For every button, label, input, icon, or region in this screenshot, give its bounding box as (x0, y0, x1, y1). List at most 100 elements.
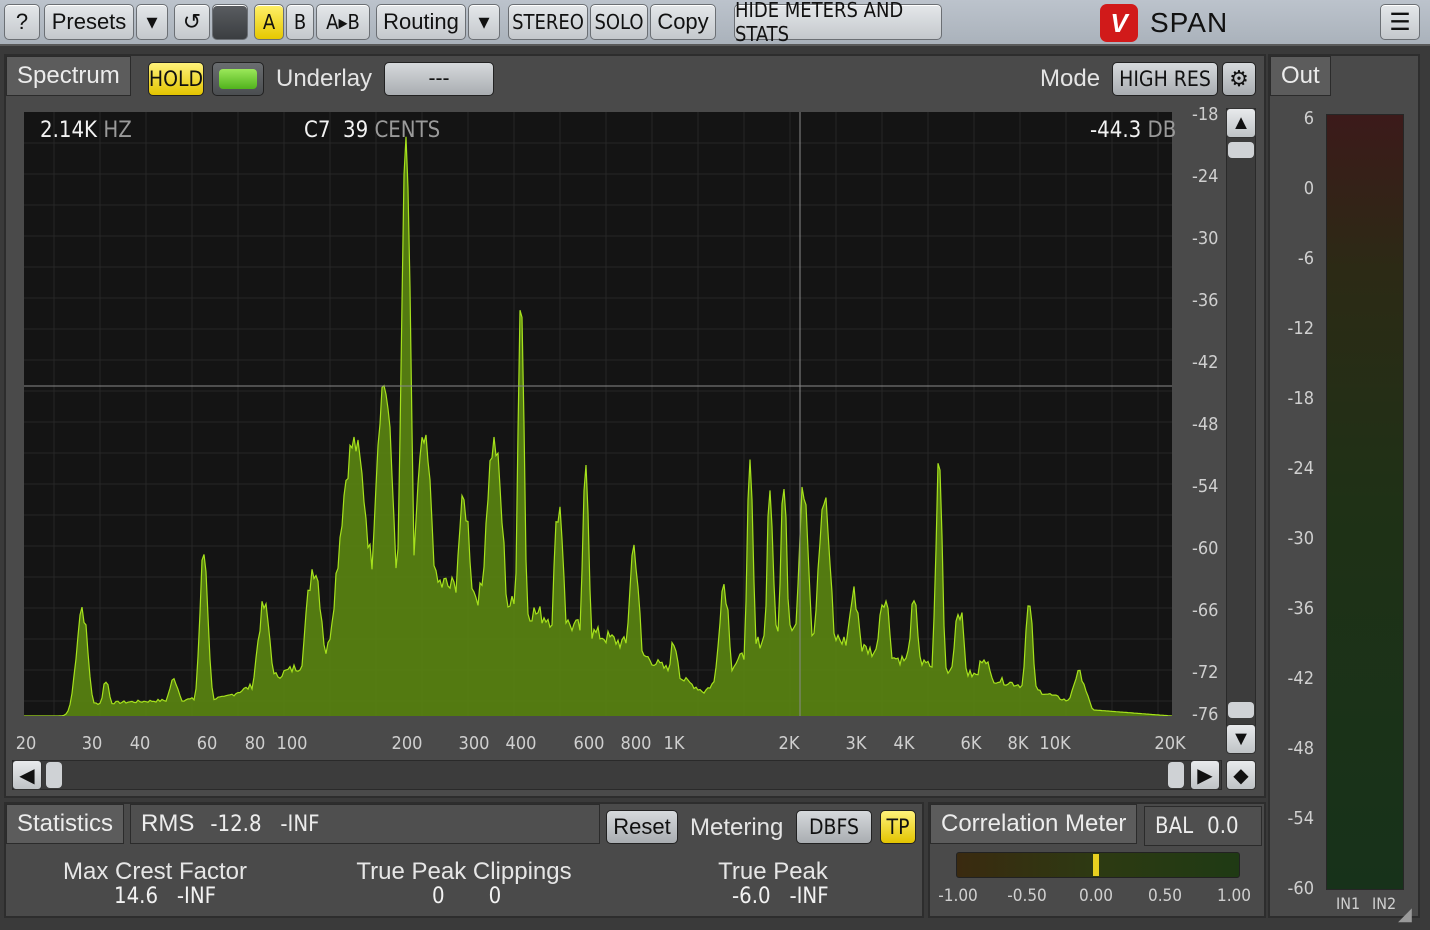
underlay-select[interactable]: --- (384, 62, 494, 96)
scroll-down-button[interactable]: ▼ (1226, 724, 1256, 754)
correlation-tick-label: 1.00 (1216, 886, 1252, 906)
copy-button[interactable]: Copy (650, 4, 716, 40)
frequency-tick-label: 20 (15, 733, 37, 754)
output-level-meter (1326, 114, 1404, 890)
channel-1-label: IN1 (1336, 894, 1361, 913)
correlation-tab[interactable]: Correlation Meter (930, 804, 1138, 844)
routing-button[interactable]: Routing (376, 4, 466, 40)
hold-button[interactable]: HOLD (148, 62, 204, 96)
correlation-tick-label: -0.50 (1007, 886, 1047, 906)
output-tick-label: -30 (1287, 528, 1314, 549)
db-tick-label: -60 (1192, 538, 1219, 559)
mode-label: Mode (1040, 65, 1101, 92)
frequency-tick-label: 8K (1007, 733, 1029, 754)
output-tab[interactable]: Out (1270, 56, 1331, 96)
horizontal-scroll-handle-left[interactable] (46, 762, 62, 788)
hide-meters-button[interactable]: HIDE METERS AND STATS (734, 0, 942, 46)
presets-button[interactable]: Presets (44, 4, 134, 40)
output-tick-label: -48 (1287, 738, 1314, 759)
frequency-tick-label: 400 (505, 733, 537, 754)
stereo-button[interactable]: STEREO (508, 4, 588, 40)
horizontal-scroll-handle-right[interactable] (1168, 762, 1184, 788)
hold-led-toggle[interactable] (212, 62, 264, 96)
frequency-tick-label: 2K (778, 733, 800, 754)
copy-a-to-b-button[interactable]: A▸B (316, 4, 370, 40)
triangle-down-icon: ▼ (1231, 727, 1251, 750)
db-tick-label: -42 (1192, 352, 1219, 373)
vertical-scroll-handle-bottom[interactable] (1228, 702, 1254, 718)
spectrum-line (24, 136, 1172, 716)
true-peak-toggle[interactable]: TP (880, 810, 916, 844)
frequency-tick-label: 800 (620, 733, 652, 754)
output-tick-label: -60 (1287, 878, 1314, 899)
frequency-tick-label: 1K (663, 733, 685, 754)
db-tick-label: -18 (1192, 104, 1219, 125)
rms-label: RMS (141, 810, 195, 837)
solo-button[interactable]: SOLO (590, 4, 648, 40)
preset-b-button[interactable]: B (286, 4, 314, 40)
statistics-tab[interactable]: Statistics (6, 804, 125, 844)
triangle-left-icon: ◀ (19, 764, 35, 787)
app-logo: V SPAN (1100, 3, 1228, 43)
correlation-indicator (1093, 854, 1099, 876)
spectrum-tab[interactable]: Spectrum (6, 56, 131, 96)
frequency-tick-label: 30 (81, 733, 103, 754)
cursor-note-readout: C7 39 CENTS (304, 118, 441, 143)
vertical-scroll-handle-top[interactable] (1228, 142, 1254, 158)
undo-button[interactable]: ↺ (174, 4, 210, 40)
logo-icon: V (1100, 4, 1138, 42)
db-tick-label: -72 (1192, 662, 1219, 683)
gear-icon: ⚙ (1229, 66, 1249, 91)
preset-a-button[interactable]: A (254, 4, 284, 40)
mode-select[interactable]: HIGH RES (1112, 62, 1218, 96)
frequency-tick-label: 6K (960, 733, 982, 754)
help-button[interactable]: ? (4, 4, 40, 40)
db-tick-label: -76 (1192, 704, 1219, 725)
output-tick-label: -18 (1287, 388, 1314, 409)
scroll-left-button[interactable]: ◀ (12, 760, 42, 790)
frequency-tick-label: 40 (129, 733, 151, 754)
triangle-right-icon: ▶ (1197, 764, 1213, 787)
balance-label: BAL (1155, 813, 1194, 839)
metering-select[interactable]: DBFS (796, 810, 872, 844)
output-tick-label: 0 (1303, 178, 1314, 199)
db-tick-label: -66 (1192, 600, 1219, 621)
frequency-tick-label: 20K (1154, 733, 1186, 754)
rms-display: RMS -12.8 -INF (130, 804, 600, 844)
true-peak-label: True Peak (718, 858, 828, 885)
frequency-tick-label: 60 (196, 733, 218, 754)
db-tick-label: -54 (1192, 476, 1219, 497)
frequency-tick-label: 10K (1039, 733, 1071, 754)
output-tick-label: -12 (1287, 318, 1314, 339)
max-crest-factor-values: 14.6 -INF (114, 884, 217, 909)
db-tick-label: -24 (1192, 166, 1219, 187)
zoom-reset-button[interactable]: ◆ (1226, 760, 1256, 790)
frequency-tick-label: 80 (244, 733, 266, 754)
vertical-scrollbar[interactable] (1226, 108, 1256, 728)
chevron-down-icon: ▾ (146, 9, 158, 34)
settings-button[interactable]: ⚙ (1222, 62, 1256, 96)
menu-button[interactable]: ☰ (1380, 4, 1420, 40)
horizontal-scrollbar[interactable] (12, 760, 1222, 790)
routing-dropdown-button[interactable]: ▾ (468, 4, 500, 40)
presets-dropdown-button[interactable]: ▾ (136, 4, 168, 40)
triangle-up-icon: ▲ (1231, 111, 1251, 134)
underlay-label: Underlay (276, 65, 373, 92)
output-tick-label: -42 (1287, 668, 1314, 689)
channel-2-label: IN2 (1372, 894, 1397, 913)
db-tick-label: -30 (1192, 228, 1219, 249)
undo-icon: ↺ (182, 9, 202, 34)
db-tick-label: -48 (1192, 414, 1219, 435)
top-toolbar: ? Presets ▾ ↺ A B A▸B Routing ▾ STEREO S… (0, 0, 1430, 46)
scroll-up-button[interactable]: ▲ (1226, 108, 1256, 138)
output-tick-label: -24 (1287, 458, 1314, 479)
spectrum-plot[interactable] (24, 112, 1172, 716)
redo-button[interactable] (212, 4, 248, 40)
resize-grip-icon[interactable]: ◢ (1398, 904, 1412, 925)
frequency-tick-label: 3K (845, 733, 867, 754)
led-indicator (219, 69, 257, 89)
output-tick-label: -6 (1297, 248, 1314, 269)
reset-button[interactable]: Reset (606, 810, 678, 844)
scroll-right-button[interactable]: ▶ (1190, 760, 1220, 790)
balance-value: 0.0 (1207, 813, 1239, 839)
